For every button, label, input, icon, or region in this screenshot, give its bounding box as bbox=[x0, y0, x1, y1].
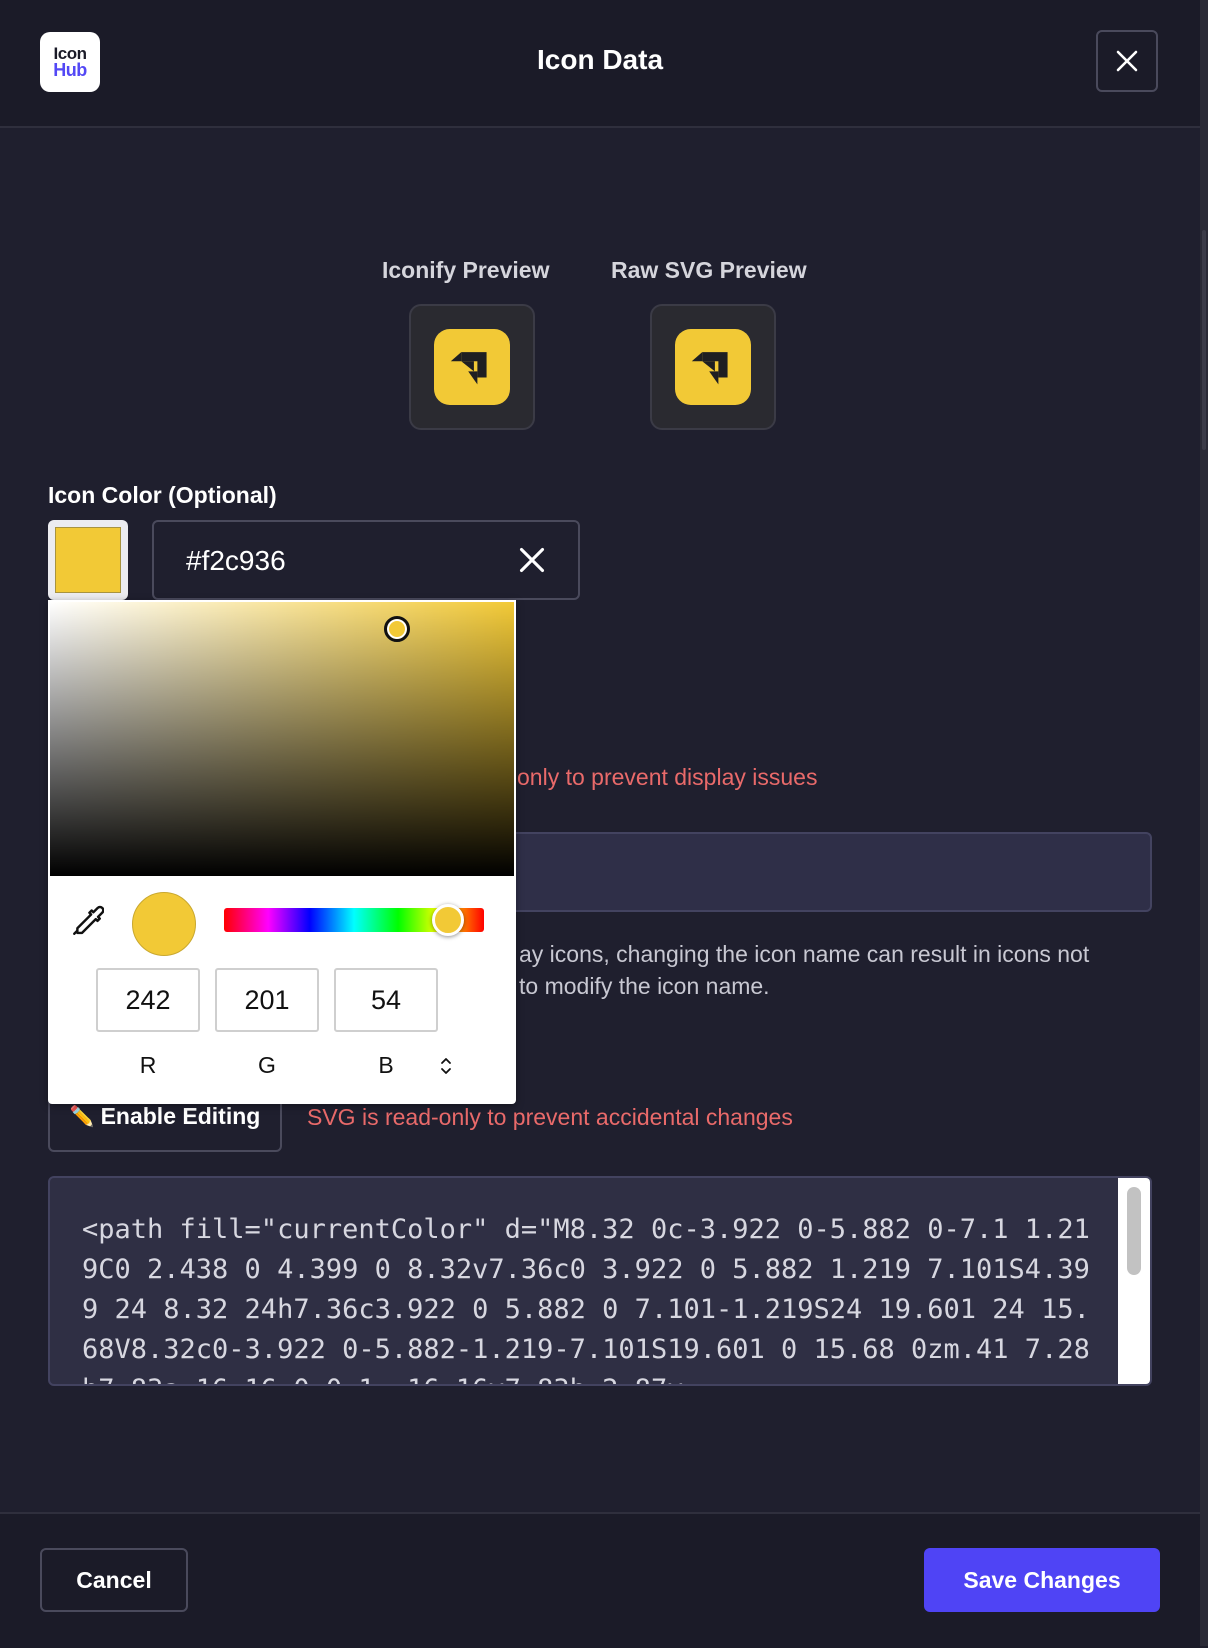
name-readonly-notice: only to prevent display issues bbox=[517, 764, 818, 790]
red-label: R bbox=[139, 1052, 157, 1078]
clear-color-button[interactable] bbox=[518, 546, 546, 579]
green-input[interactable]: 201 bbox=[215, 968, 319, 1032]
icon-color-label: Icon Color (Optional) bbox=[48, 482, 277, 508]
current-color-preview bbox=[132, 892, 196, 956]
close-button[interactable] bbox=[1096, 30, 1158, 92]
hue-slider-handle[interactable] bbox=[432, 904, 464, 936]
icon-name-hint-line2: to modify the icon name. bbox=[519, 973, 770, 999]
scrollbar-thumb[interactable] bbox=[1127, 1187, 1141, 1275]
green-label: G bbox=[258, 1052, 276, 1078]
icon-name-hint-line1: ay icons, changing the icon name can res… bbox=[519, 941, 1090, 967]
enable-editing-label: Enable Editing bbox=[100, 1102, 261, 1129]
svg-readonly-notice: SVG is read-only to prevent accidental c… bbox=[307, 1104, 793, 1130]
hex-color-input[interactable]: #f2c936 bbox=[152, 520, 580, 600]
textarea-scrollbar[interactable] bbox=[1118, 1178, 1150, 1384]
icon-data-modal: Icon Hub Icon Data Iconify Preview Raw S… bbox=[0, 0, 1200, 1648]
page-scrollbar[interactable] bbox=[1200, 0, 1208, 1646]
iconify-preview-box bbox=[409, 304, 535, 430]
svg-code: <path fill="currentColor" d="M8.32 0c-3.… bbox=[82, 1214, 1090, 1384]
blue-label: B bbox=[378, 1052, 394, 1078]
eyedropper-button[interactable] bbox=[70, 904, 105, 943]
blue-input[interactable]: 54 bbox=[334, 968, 438, 1032]
raw-svg-preview-label: Raw SVG Preview bbox=[611, 257, 807, 283]
clear-icon bbox=[519, 547, 545, 573]
page-scrollbar-thumb[interactable] bbox=[1202, 230, 1206, 450]
chevron-updown-icon bbox=[441, 1058, 451, 1074]
close-icon bbox=[1116, 50, 1138, 72]
svg-code-textarea[interactable]: <path fill="currentColor" d="M8.32 0c-3.… bbox=[48, 1176, 1152, 1386]
eyedropper-icon bbox=[73, 905, 105, 935]
saturation-handle[interactable] bbox=[384, 616, 410, 642]
modal-header: Icon Hub Icon Data bbox=[0, 0, 1200, 128]
icon-preview-iconify-icon bbox=[434, 329, 510, 405]
iconify-preview-label: Iconify Preview bbox=[382, 257, 550, 283]
icon-preview-raw-icon bbox=[675, 329, 751, 405]
modal-title: Icon Data bbox=[536, 44, 664, 75]
modal-footer: Cancel Save Changes bbox=[0, 1512, 1200, 1648]
color-mode-toggle[interactable] bbox=[439, 1056, 453, 1081]
cancel-button[interactable]: Cancel bbox=[40, 1548, 188, 1612]
color-picker-popover: 242 201 54 R G B bbox=[48, 600, 516, 1104]
hex-color-value: #f2c936 bbox=[186, 545, 286, 576]
icon-name-hint: ay icons, changing the icon name can res… bbox=[519, 938, 1089, 1002]
save-changes-button[interactable]: Save Changes bbox=[924, 1548, 1160, 1612]
color-swatch-button[interactable] bbox=[48, 520, 128, 600]
saturation-area[interactable] bbox=[50, 602, 514, 876]
red-input[interactable]: 242 bbox=[96, 968, 200, 1032]
color-swatch bbox=[55, 527, 121, 593]
raw-svg-preview-box bbox=[650, 304, 776, 430]
pencil-icon: ✏️ bbox=[69, 1105, 95, 1128]
